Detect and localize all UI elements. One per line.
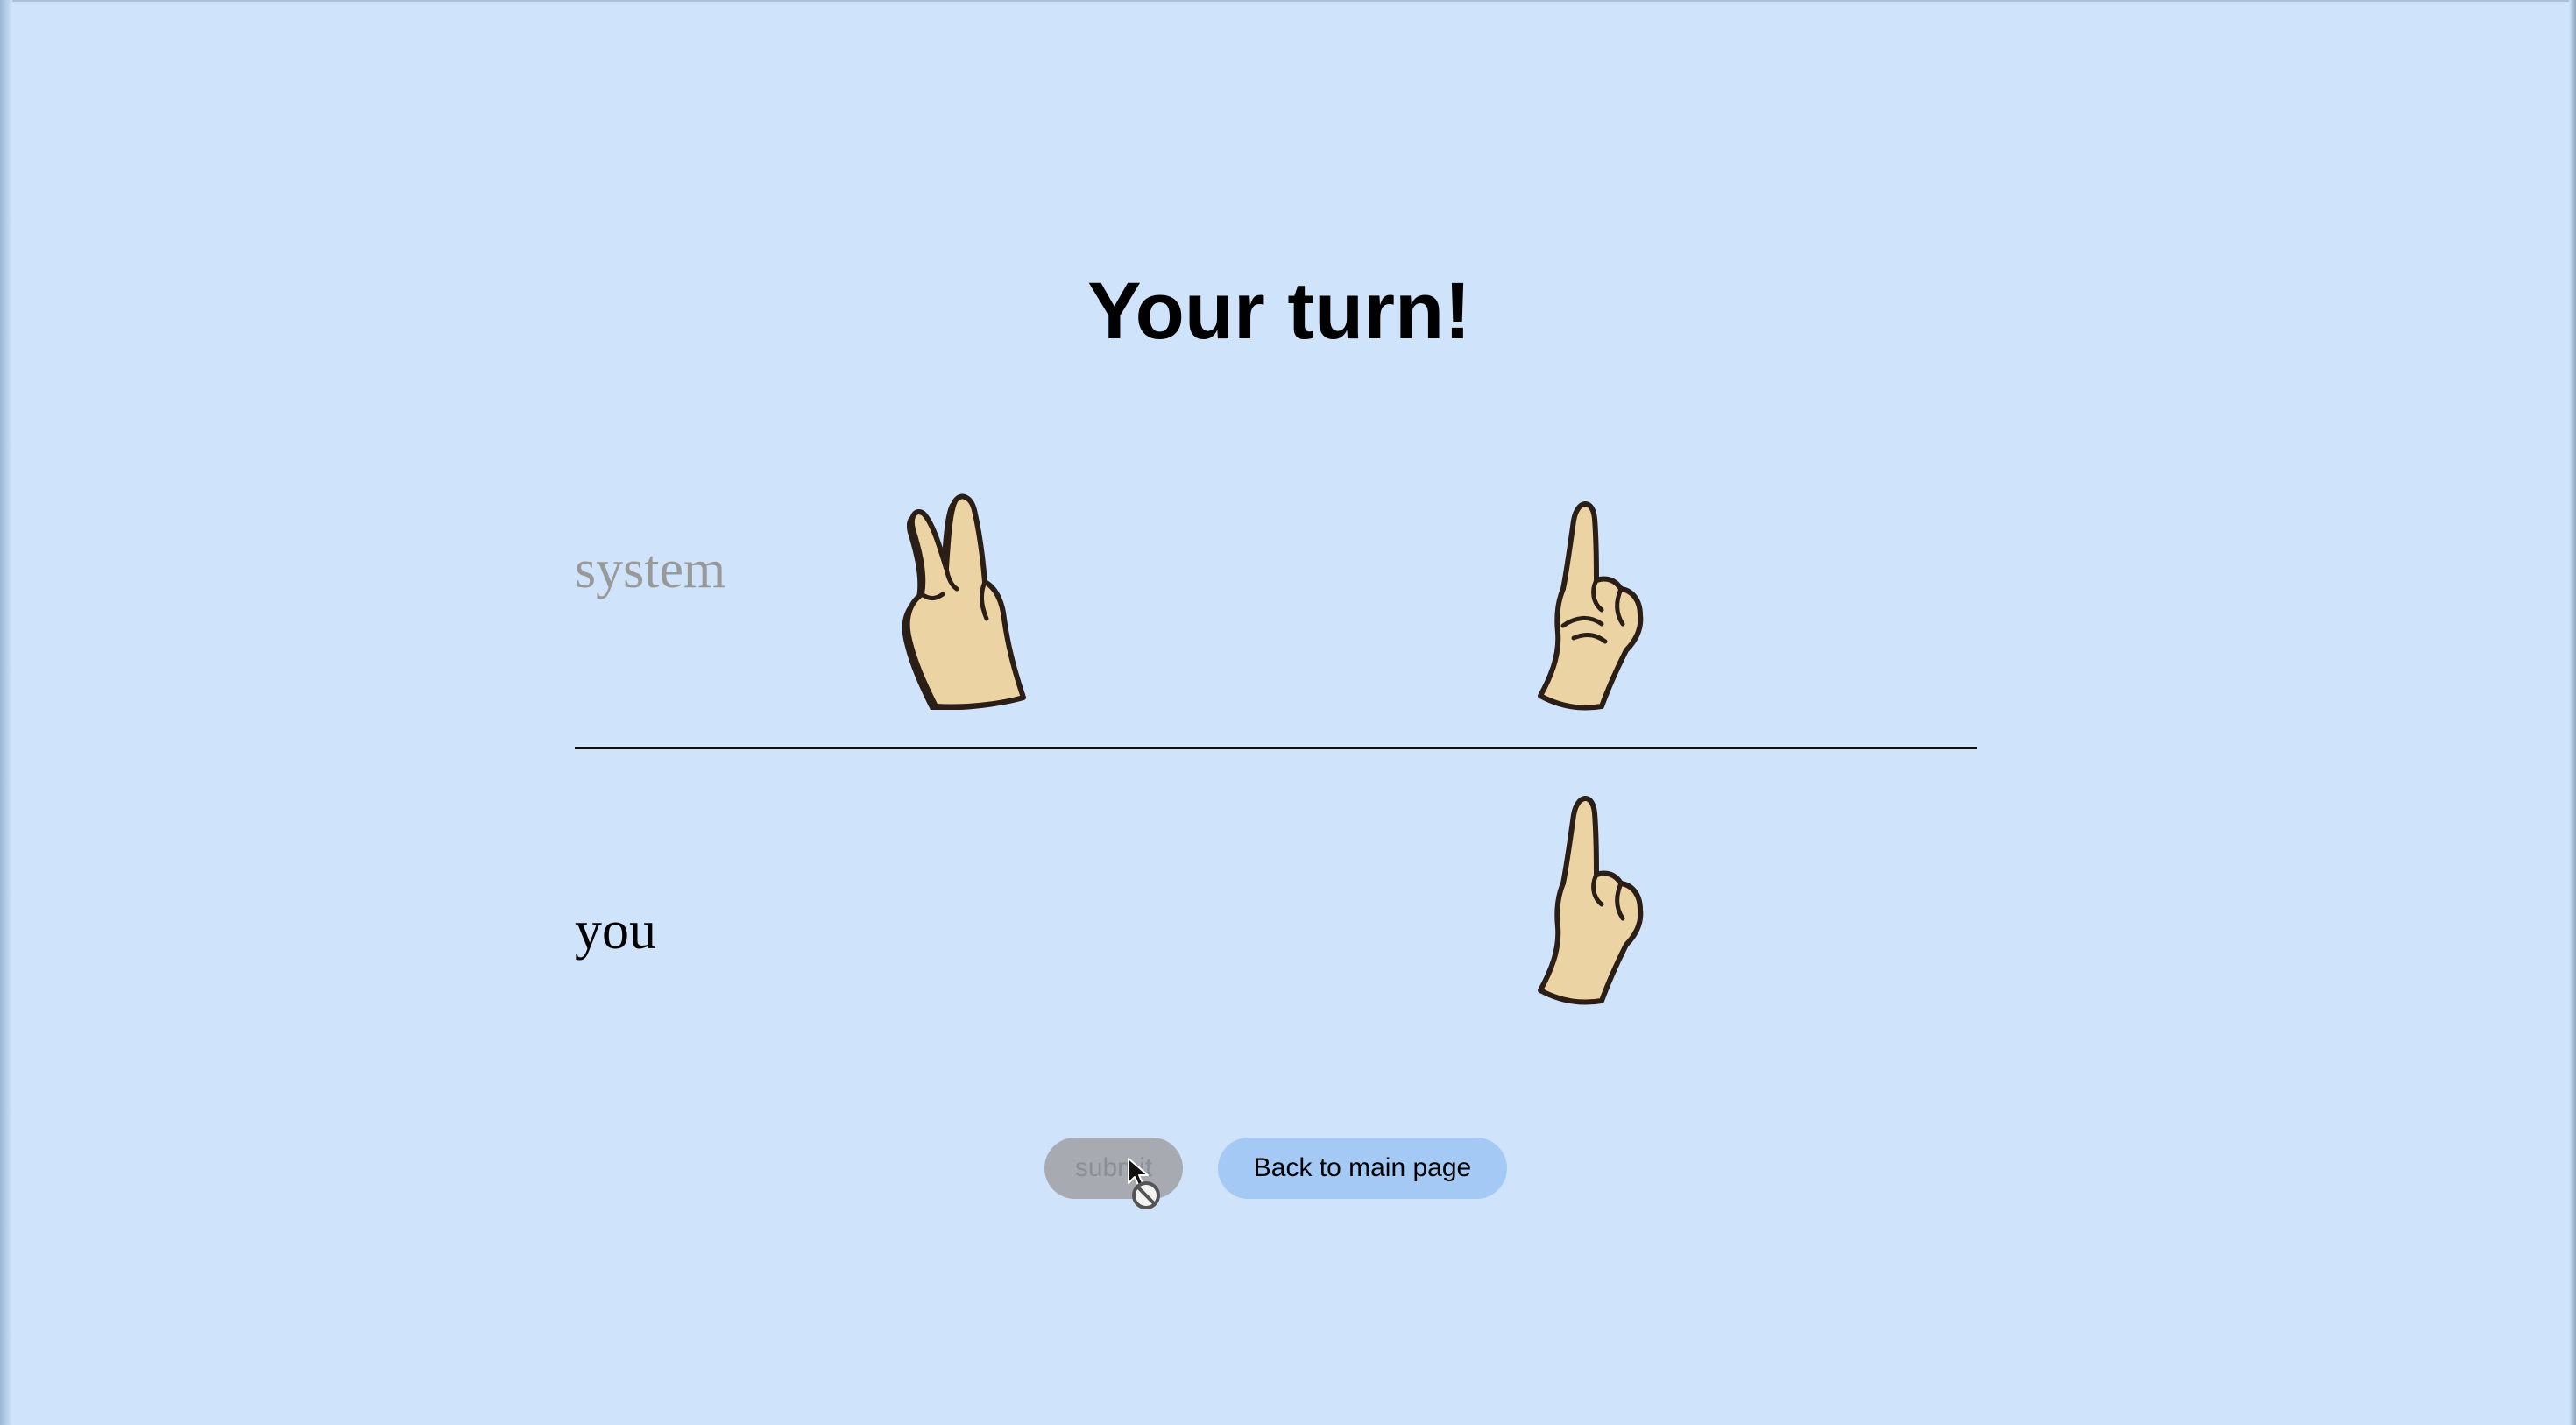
window-top-edge <box>0 0 2576 2</box>
window-left-edge <box>0 0 12 1425</box>
system-row-label: system <box>575 540 726 599</box>
not-allowed-cursor-icon <box>1127 1157 1171 1216</box>
page-title: Your turn! <box>1087 266 1471 356</box>
one-finger-hand-icon <box>1525 493 1665 712</box>
two-fingers-hand-icon <box>894 491 1034 710</box>
window-right-edge <box>2569 0 2576 1425</box>
one-finger-hand-icon <box>1525 787 1665 1006</box>
you-row-label: you <box>575 901 656 961</box>
row-divider <box>575 747 1977 749</box>
back-to-main-page-button[interactable]: Back to main page <box>1218 1138 1507 1199</box>
